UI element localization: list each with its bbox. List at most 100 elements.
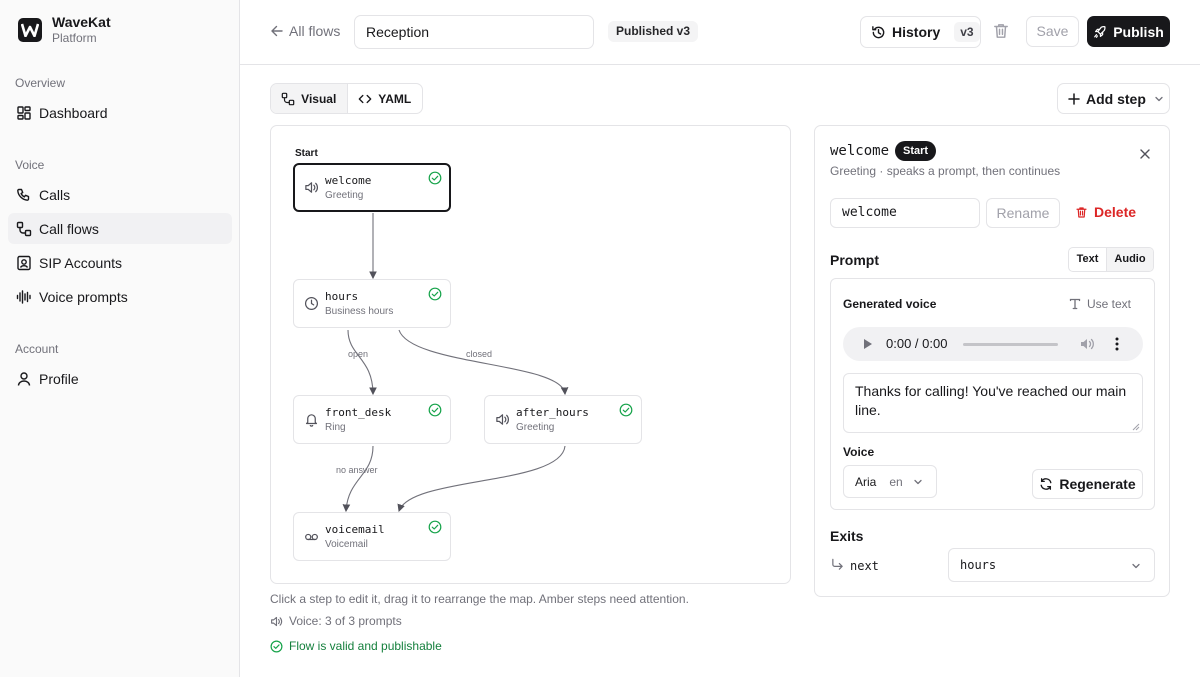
sidebar-item-label: Profile xyxy=(39,370,79,387)
node-type: Greeting xyxy=(516,422,555,433)
play-icon[interactable] xyxy=(863,338,873,350)
generated-voice-label: Generated voice xyxy=(843,297,937,311)
voice-name: Aria xyxy=(855,474,877,489)
node-name: welcome xyxy=(325,174,372,187)
chevron-down-icon xyxy=(1132,563,1140,569)
check-circle-icon xyxy=(428,403,442,417)
trash-icon xyxy=(994,24,1008,38)
dashboard-icon xyxy=(17,105,31,120)
step-name-input[interactable]: welcome xyxy=(830,198,980,228)
wavekat-logo-icon xyxy=(21,23,39,37)
sidebar-item-label: Call flows xyxy=(39,220,99,237)
plus-icon xyxy=(1068,92,1080,105)
rename-button[interactable]: Rename xyxy=(986,198,1060,228)
chevron-down-icon xyxy=(914,479,922,484)
voice-count-text: Voice: 3 of 3 prompts xyxy=(289,614,402,628)
speaker-icon xyxy=(496,414,509,425)
code-icon xyxy=(358,94,372,103)
prompt-textarea[interactable]: Thanks for calling! You've reached our m… xyxy=(843,373,1143,433)
brand[interactable]: WaveKat Platform xyxy=(18,14,111,46)
save-button[interactable]: Save xyxy=(1026,16,1079,47)
exit-name: next xyxy=(850,559,879,573)
voice-prompt-count: Voice: 3 of 3 prompts xyxy=(270,614,402,628)
close-icon xyxy=(1140,149,1150,159)
history-label: History xyxy=(892,24,941,40)
history-button[interactable]: History v3 xyxy=(860,16,981,48)
phone-icon xyxy=(17,188,30,201)
edge-label-open: open xyxy=(348,349,369,359)
sidebar-item-call-flows[interactable]: Call flows xyxy=(8,213,232,244)
sidebar-item-voice-prompts[interactable]: Voice prompts xyxy=(8,281,232,312)
voice-select[interactable]: Aria en xyxy=(843,465,937,498)
delete-label: Delete xyxy=(1094,204,1137,220)
flow-name-input[interactable]: Reception xyxy=(354,15,594,49)
clock-icon xyxy=(304,296,319,311)
canvas-help-text: Click a step to edit it, drag it to rear… xyxy=(270,592,689,606)
delete-step-button[interactable]: Delete xyxy=(1075,204,1136,220)
add-step-label: Add step xyxy=(1086,90,1146,107)
resize-grip-icon[interactable] xyxy=(1132,423,1140,431)
tab-yaml[interactable]: YAML xyxy=(348,84,423,113)
sidebar-item-label: Voice prompts xyxy=(39,288,128,305)
audio-lines-icon xyxy=(16,289,31,304)
audio-progress-track[interactable] xyxy=(963,343,1058,346)
sidebar: WaveKat Platform Overview Dashboard Voic… xyxy=(0,0,240,677)
sidebar-item-calls[interactable]: Calls xyxy=(8,179,232,210)
node-name: voicemail xyxy=(325,523,385,536)
rocket-icon xyxy=(1094,25,1106,38)
voicemail-icon xyxy=(305,533,318,541)
tab-text[interactable]: Text xyxy=(1069,248,1107,271)
flow-node-hours[interactable]: hours Business hours xyxy=(293,279,451,328)
tab-label: YAML xyxy=(378,91,412,106)
sidebar-item-profile[interactable]: Profile xyxy=(8,363,232,394)
type-icon xyxy=(1069,298,1081,310)
section-label-account: Account xyxy=(15,342,59,356)
flow-node-voicemail[interactable]: voicemail Voicemail xyxy=(293,512,451,561)
flow-icon xyxy=(281,92,295,105)
flow-canvas[interactable]: Start open closed no answer welcome Gree… xyxy=(270,125,791,584)
back-link-label: All flows xyxy=(289,23,341,39)
use-text-button[interactable]: Use text xyxy=(1069,297,1131,311)
version-pill: v3 xyxy=(954,22,980,42)
validation-text: Flow is valid and publishable xyxy=(289,639,442,653)
use-text-label: Use text xyxy=(1087,297,1132,311)
sidebar-item-dashboard[interactable]: Dashboard xyxy=(8,97,232,128)
regenerate-button[interactable]: Regenerate xyxy=(1032,469,1143,499)
delete-flow-button[interactable] xyxy=(992,22,1010,40)
section-label-voice: Voice xyxy=(15,158,45,172)
close-panel-button[interactable] xyxy=(1139,148,1151,160)
history-icon xyxy=(872,25,885,38)
sidebar-item-sip-accounts[interactable]: SIP Accounts xyxy=(8,247,232,278)
flow-node-front-desk[interactable]: front_desk Ring xyxy=(293,395,451,444)
sidebar-item-label: Dashboard xyxy=(39,104,108,121)
back-to-all-flows-link[interactable]: All flows xyxy=(270,23,340,39)
voice-label: Voice xyxy=(843,445,875,459)
status-badge: Published v3 xyxy=(608,21,699,42)
volume-icon[interactable] xyxy=(1079,336,1095,352)
check-circle-icon xyxy=(619,403,633,417)
refresh-icon xyxy=(1040,478,1052,490)
more-vertical-icon[interactable] xyxy=(1115,336,1119,352)
node-type: Greeting xyxy=(325,190,364,201)
corner-down-right-icon xyxy=(832,558,843,570)
node-type: Ring xyxy=(325,422,346,433)
flow-node-after-hours[interactable]: after_hours Greeting xyxy=(484,395,642,444)
edge-front-desk-voicemail xyxy=(342,445,374,513)
bell-icon xyxy=(305,414,318,427)
voice-language: en xyxy=(889,474,903,489)
exit-target-select[interactable]: hours xyxy=(948,548,1155,582)
brand-subtitle: Platform xyxy=(52,31,97,45)
brand-logo xyxy=(18,18,42,42)
publish-button[interactable]: Publish xyxy=(1087,16,1170,47)
audio-time: 0:00 / 0:00 xyxy=(886,336,948,351)
start-badge: Start xyxy=(895,141,937,161)
page-header: All flows Reception Published v3 History… xyxy=(240,0,1200,65)
tab-audio[interactable]: Audio xyxy=(1107,248,1153,271)
add-step-button[interactable]: Add step xyxy=(1057,83,1170,114)
section-label-overview: Overview xyxy=(15,76,66,90)
tab-visual[interactable]: Visual xyxy=(271,84,348,113)
flow-node-welcome[interactable]: welcome Greeting xyxy=(293,163,451,212)
speaker-icon xyxy=(305,182,318,193)
edge-hours-after-hours xyxy=(398,329,569,396)
edge-hours-front-desk xyxy=(347,329,377,396)
